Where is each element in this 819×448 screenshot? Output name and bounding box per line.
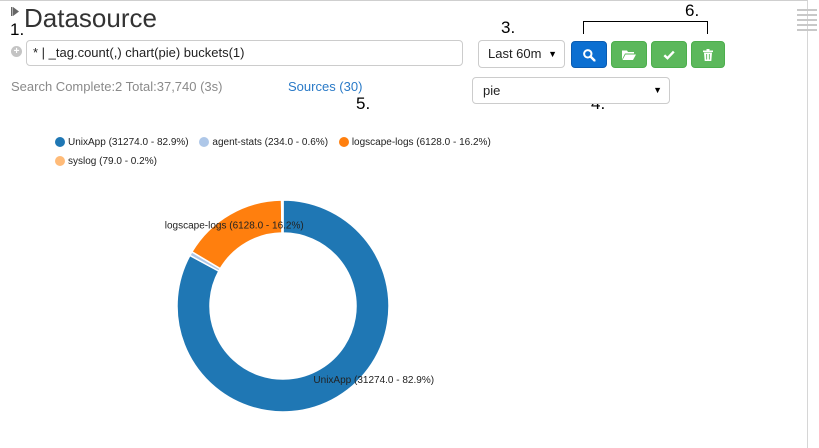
slice-label-UnixApp: UnixApp (31274.0 - 82.9%): [313, 375, 434, 386]
donut-chart: logscape-logs (6128.0 - 16.2%) UnixApp (3…: [165, 199, 434, 413]
pie-slice-logscape-logs[interactable]: [190, 199, 283, 270]
slice-label-logscape-logs: logscape-logs (6128.0 - 16.2%): [165, 220, 304, 231]
